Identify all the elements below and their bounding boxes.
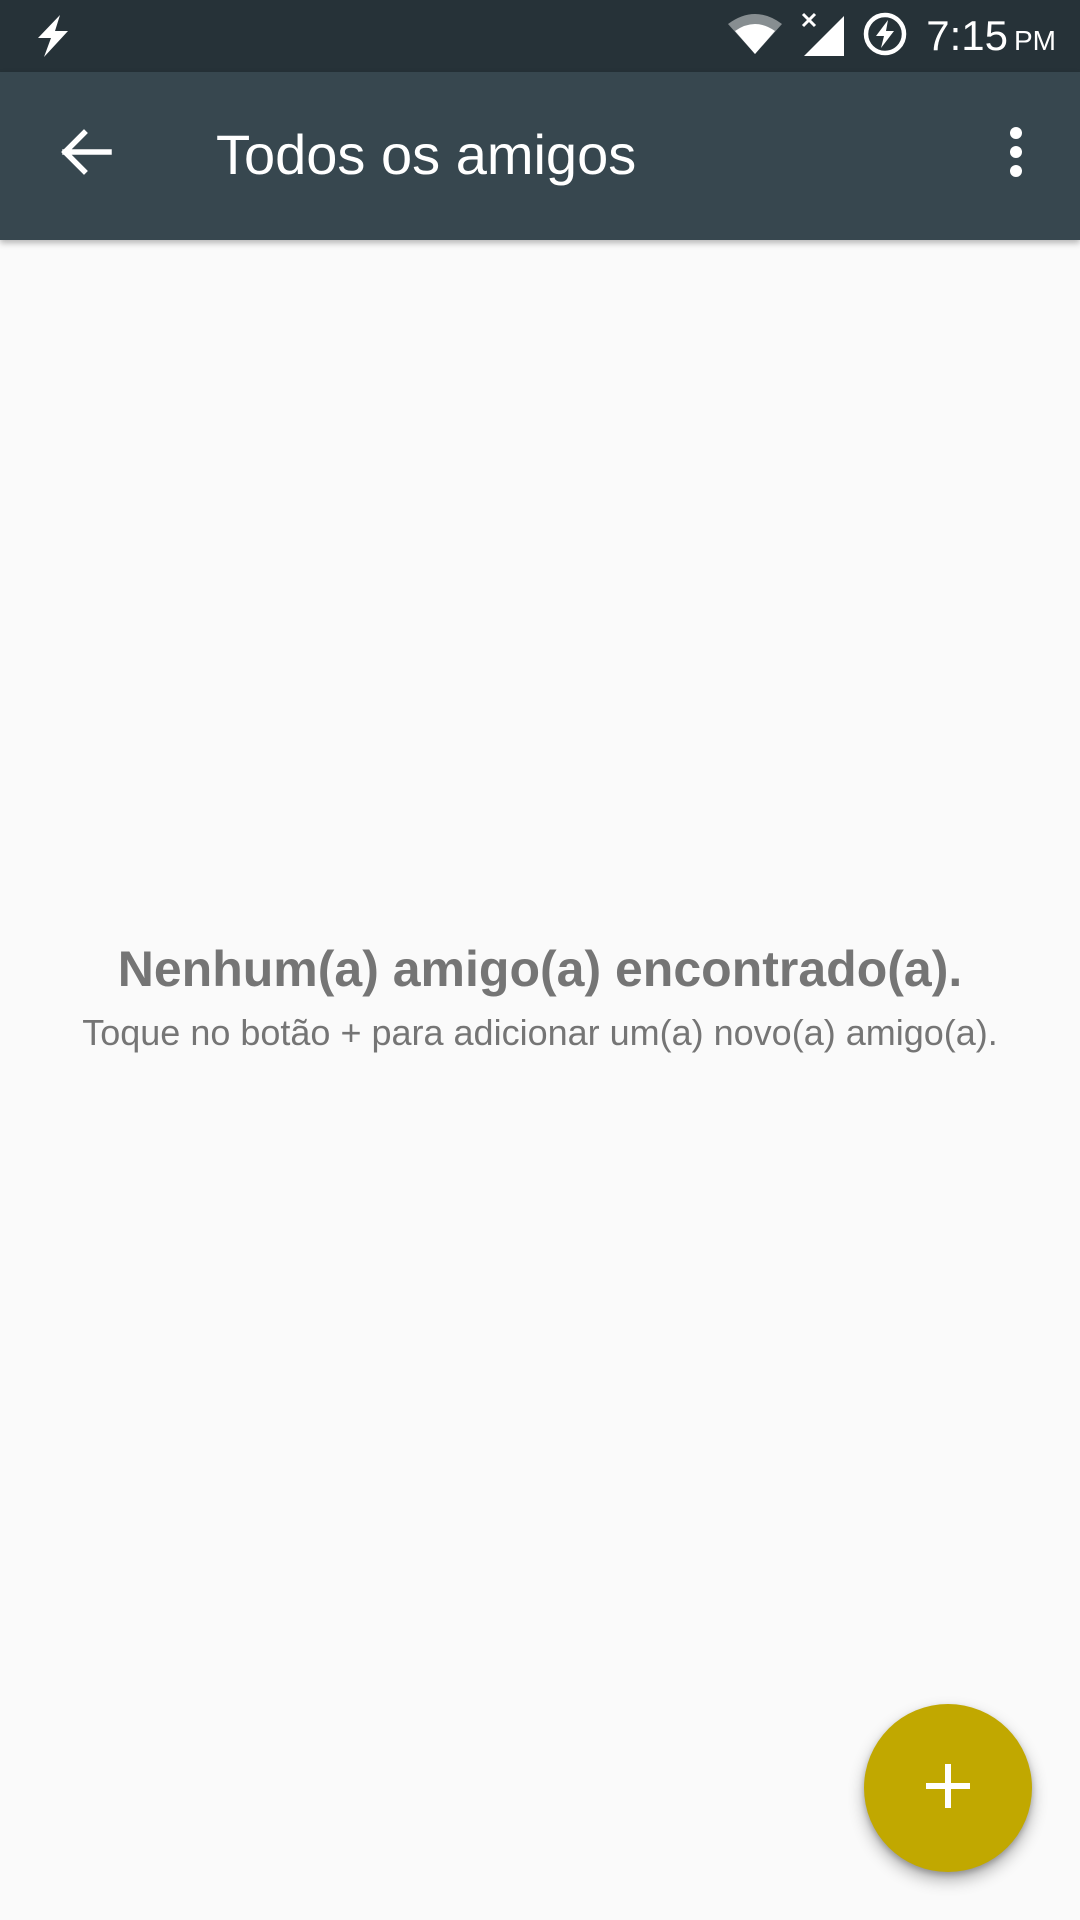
plus-icon xyxy=(924,1762,972,1815)
status-ampm: PM xyxy=(1014,25,1056,56)
flash-notification-icon xyxy=(34,14,72,58)
status-icons: 7:15 PM xyxy=(728,0,1056,72)
app-bar: Todos os amigos xyxy=(0,72,1080,240)
page-title: Todos os amigos xyxy=(216,123,637,186)
overflow-menu-button[interactable] xyxy=(986,114,1046,194)
empty-state-subtitle: Toque no botão + para adicionar um(a) no… xyxy=(82,1012,998,1053)
back-button[interactable] xyxy=(46,114,126,194)
empty-state: Nenhum(a) amigo(a) encontrado(a). Toque … xyxy=(0,930,1080,1058)
wifi-icon xyxy=(728,13,783,59)
status-time: 7:15 xyxy=(926,12,1008,59)
battery-charging-icon xyxy=(862,11,908,62)
arrow-back-icon xyxy=(60,128,112,180)
no-signal-icon xyxy=(800,12,845,61)
empty-state-title: Nenhum(a) amigo(a) encontrado(a). xyxy=(117,941,963,997)
more-vert-icon xyxy=(1008,126,1024,182)
status-bar: 7:15 PM xyxy=(0,0,1080,72)
add-friend-button[interactable] xyxy=(864,1704,1032,1872)
